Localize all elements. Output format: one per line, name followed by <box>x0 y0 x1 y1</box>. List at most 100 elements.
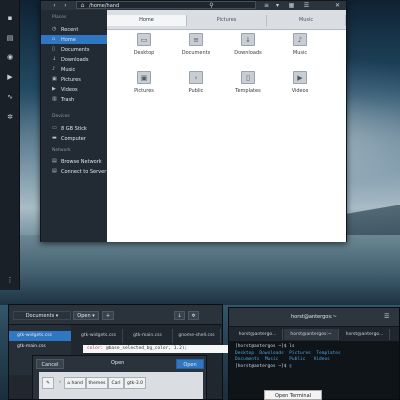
ls-entry: Music <box>264 357 279 362</box>
menu-icon[interactable]: ☰ <box>303 2 310 9</box>
download-icon: ↓ <box>52 56 57 62</box>
tab-pictures[interactable]: Pictures <box>187 15 267 26</box>
sidebar-item-documents[interactable]: ▯ Documents <box>41 45 107 54</box>
save-download-icon[interactable]: ↓ <box>174 311 185 320</box>
folder-templates[interactable]: ▯ Templates <box>223 71 273 101</box>
folder-documents[interactable]: ≡ Documents <box>171 33 221 63</box>
folder-label: Public <box>188 88 204 94</box>
gear-icon[interactable]: ✲ <box>188 311 199 320</box>
activity-icon[interactable]: ∿ <box>6 93 14 101</box>
sidebar-item-pictures[interactable]: ▣ Pictures <box>41 75 107 84</box>
terminal-tab[interactable]: horst@antergo... <box>233 329 283 340</box>
sidebar-item-connect-server[interactable]: ▤ Connect to Server <box>41 167 107 176</box>
cancel-button[interactable]: Cancel <box>36 359 64 369</box>
crumb-themes[interactable]: themes <box>86 377 108 389</box>
crumb-gtk[interactable]: gtk-3.0 <box>124 377 146 389</box>
crumb-label: hand <box>71 381 83 386</box>
sidebar-item-usb-stick[interactable]: ▭ 8 GB Stick <box>41 124 107 133</box>
terminal-tab[interactable]: horst@antergo... <box>340 329 390 340</box>
terminal-headerbar: horst@antergos:~ ☰ <box>229 308 399 327</box>
open-file-dialog: Cancel Open Open ✎ ‹ ⌂ hand themes Carl … <box>32 355 207 400</box>
folder-public[interactable]: ‹ Public <box>171 71 221 101</box>
sidebar-item-label: Browse Network <box>61 158 102 165</box>
sidebar-item-videos[interactable]: ▶ Videos <box>41 85 107 94</box>
terminal-window: horst@antergos:~ ☰ horst@antergo... hors… <box>228 307 400 400</box>
sidebar-header-devices: Devices <box>52 114 70 119</box>
folder-label: Downloads <box>234 50 262 56</box>
code-line[interactable]: color: @base_selected_bg_color, 1.2); <box>83 345 228 353</box>
folder-icon: ▭ <box>137 33 151 46</box>
crumb-carl[interactable]: Carl <box>108 377 124 389</box>
sidebar-item-home[interactable]: ⌂ Home <box>41 35 107 44</box>
grid-view-icon[interactable]: ▦ <box>288 2 295 9</box>
tab-bar: Home Pictures Music <box>107 10 346 30</box>
home-icon: ⌂ <box>52 36 56 42</box>
location-bar[interactable]: ⌂ /home/hand <box>76 1 256 9</box>
crumb-home[interactable]: ⌂ hand <box>64 377 86 389</box>
document-item[interactable]: gtk-widgets.css <box>9 331 71 341</box>
menu-icon[interactable]: ☰ <box>384 313 389 320</box>
sidebar-item-label: Downloads <box>61 56 89 63</box>
folder-desktop[interactable]: ▭ Desktop <box>119 33 169 63</box>
editor-headerbar: Documents ▾ Open ▾ + ↓ ✲ <box>9 305 222 325</box>
folder-music[interactable]: ♪ Music <box>275 33 325 63</box>
home-icon: ⌂ <box>80 2 85 9</box>
folder-icon: ↓ <box>241 33 255 46</box>
list-view-icon[interactable]: ≡ <box>263 2 270 9</box>
editor-tab[interactable]: gtk-main.css <box>123 329 173 343</box>
back-arrow-icon[interactable]: ‹ <box>51 2 58 9</box>
context-menu-open-terminal[interactable]: Open Terminal <box>264 390 322 400</box>
sidebar-item-label: 8 GB Stick <box>61 125 87 132</box>
folder-videos[interactable]: ▶ Videos <box>275 71 325 101</box>
editor-tab[interactable]: gnome-shell.css <box>173 329 221 343</box>
open-button[interactable]: Open <box>176 359 204 369</box>
crumb-label: Carl <box>111 381 121 386</box>
folder-icon: ▣ <box>137 71 151 84</box>
documents-dropdown[interactable]: Documents ▾ <box>13 311 71 320</box>
terminal-tab[interactable]: horst@antergos:~ <box>284 329 339 340</box>
sidebar-item-label: Connect to Server <box>61 168 107 175</box>
search-icon[interactable]: ⚲ <box>208 2 215 9</box>
new-document-icon[interactable]: + <box>102 311 114 320</box>
sidebar-item-computer[interactable]: ▬ Computer <box>41 134 107 143</box>
ls-entry: Desktop <box>235 350 254 356</box>
file-grid: ▭ Desktop ≡ Documents ↓ Downloads ♪ Music ▣ P… <box>107 31 346 242</box>
location-path: /home/hand <box>89 3 120 9</box>
open-button[interactable]: Open ▾ <box>73 311 99 320</box>
sidebar-item-music[interactable]: ♪ Music <box>41 65 107 74</box>
sidebar-item-label: Pictures <box>61 76 81 83</box>
sidebar: Places ◷ Recent ⌂ Home ▯ Documents ↓ Downloa… <box>41 10 107 242</box>
forward-arrow-icon[interactable]: › <box>62 2 69 9</box>
code-keyword: color: <box>87 346 104 351</box>
sidebar-item-recent[interactable]: ◷ Recent <box>41 25 107 34</box>
sidebar-item-label: Trash <box>61 96 75 103</box>
film-icon: ▶ <box>52 86 56 92</box>
editor-tab[interactable]: gtk-widgets.css <box>75 329 123 343</box>
settings-icon[interactable]: ✲ <box>6 113 14 121</box>
dock: ▪ ▤ ◉ ▶ ∿ ✲ ⋮ <box>0 0 20 290</box>
media-icon[interactable]: ▶ <box>6 73 14 81</box>
browser-icon[interactable]: ◉ <box>6 53 14 61</box>
folder-downloads[interactable]: ↓ Downloads <box>223 33 273 63</box>
sidebar-item-browse-network[interactable]: ▤ Browse Network <box>41 157 107 166</box>
sidebar-item-downloads[interactable]: ↓ Downloads <box>41 55 107 64</box>
folder-pictures[interactable]: ▣ Pictures <box>119 71 169 101</box>
sidebar-item-trash[interactable]: ▥ Trash <box>41 95 107 104</box>
close-icon[interactable]: ✕ <box>334 2 341 9</box>
terminal-icon[interactable]: ▪ <box>6 14 14 22</box>
apps-grid-icon[interactable]: ⋮ <box>6 276 14 284</box>
server-icon: ▤ <box>52 168 57 174</box>
terminal-tab-bar: horst@antergo... horst@antergos:~ horst@… <box>229 327 399 341</box>
sidebar-item-label: Computer <box>61 135 86 142</box>
tab-music[interactable]: Music <box>267 15 346 26</box>
chevron-left-icon[interactable]: ‹ <box>57 377 63 389</box>
chevron-down-icon[interactable]: ▾ <box>274 2 281 9</box>
document-item[interactable]: gtk-main.css <box>9 342 71 352</box>
files-icon[interactable]: ▤ <box>6 34 14 42</box>
edit-path-icon[interactable]: ✎ <box>42 377 54 389</box>
sidebar-item-label: Home <box>61 36 76 43</box>
ls-entry: Pictures <box>289 350 311 356</box>
document-icon: ▯ <box>52 46 55 52</box>
prompt-line: [horst@antergos ~]$ ▯ <box>235 363 292 369</box>
tab-home[interactable]: Home <box>107 15 187 26</box>
